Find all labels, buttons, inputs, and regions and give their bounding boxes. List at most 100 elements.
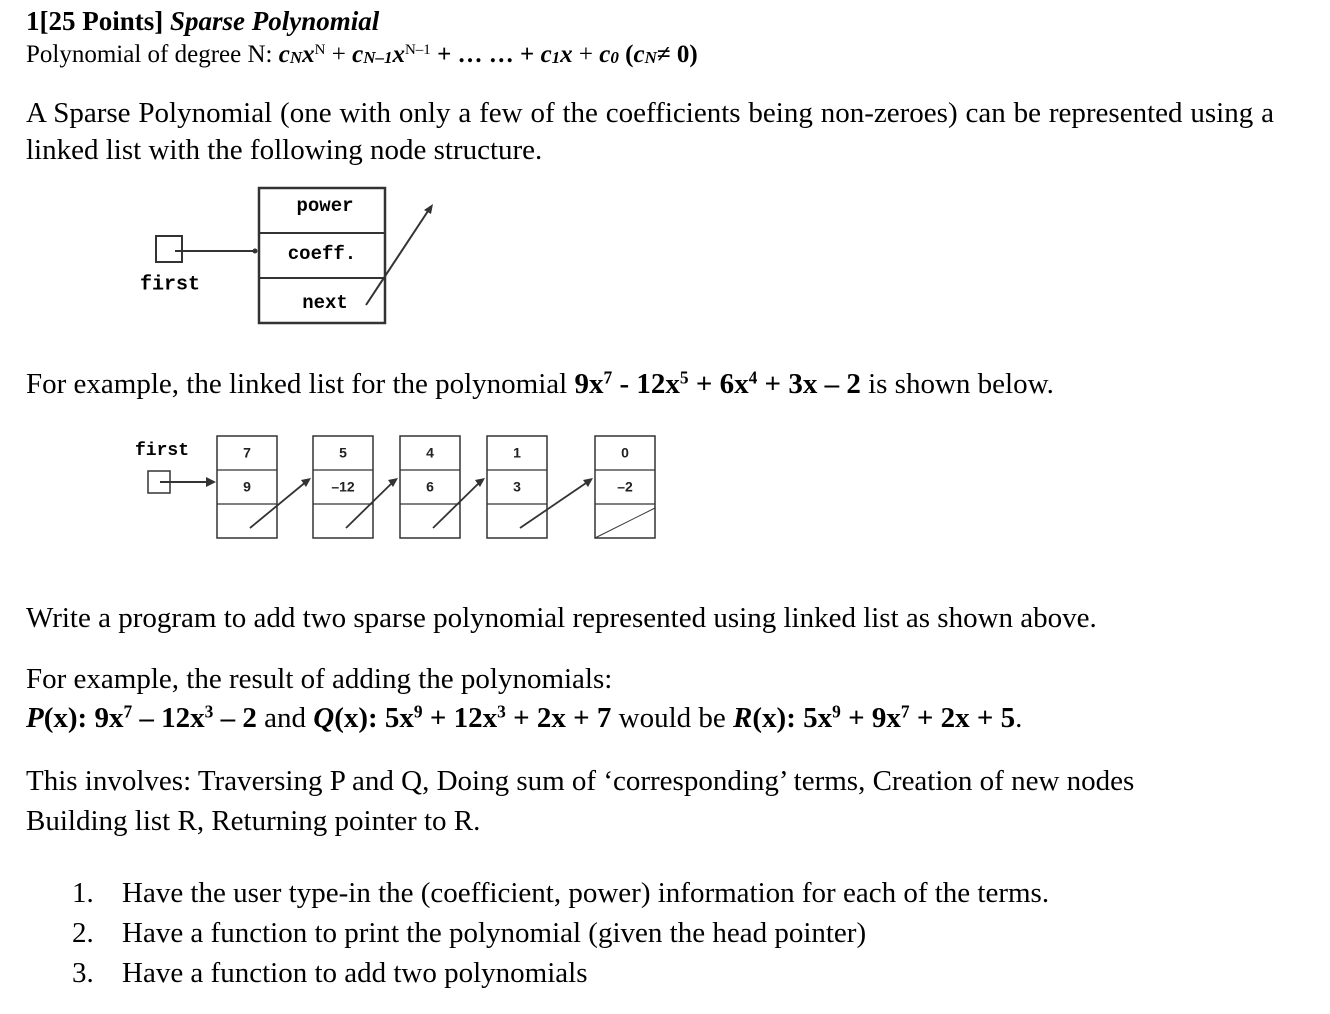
q-arg: (x): xyxy=(334,702,385,734)
term-exp: N–1 xyxy=(404,41,431,58)
q-exp: 3 xyxy=(497,701,506,722)
r-arg: (x): xyxy=(752,702,804,734)
r-term: 5x xyxy=(803,702,833,734)
polynomial-definition: Polynomial of degree N: cNxN + cN–1xN–1 … xyxy=(26,41,698,69)
q-term: + 2x + 7 xyxy=(505,702,612,734)
question-topic: Sparse Polynomial xyxy=(170,6,380,36)
example-term: 3x xyxy=(788,368,818,400)
p-exp: 7 xyxy=(123,701,133,722)
example-exp: 4 xyxy=(748,367,758,388)
term-sub: N–1 xyxy=(363,47,393,67)
requirement-item: 2. Have a function to print the polynomia… xyxy=(72,913,1049,953)
intro-paragraph: A Sparse Polynomial (one with only a few… xyxy=(26,97,1274,166)
condition-coef: c xyxy=(633,41,645,68)
term-var: x xyxy=(302,41,315,68)
list-node-power: 5 xyxy=(339,445,347,461)
list-node-power: 7 xyxy=(243,445,251,461)
term-sep: + … … + xyxy=(430,41,541,68)
example-after: is shown below. xyxy=(860,368,1054,400)
p-term: – 2 xyxy=(213,702,257,734)
list-node-coeff: 9 xyxy=(243,479,251,495)
p-term: – 12x xyxy=(132,702,205,734)
example-before: For example, the linked list for the pol… xyxy=(26,368,575,400)
term-coef: c xyxy=(540,41,552,68)
r-exp: 7 xyxy=(900,701,910,722)
term-sub: N xyxy=(289,47,303,67)
task-statement: Write a program to add two sparse polyno… xyxy=(26,602,1097,634)
requirement-item: 3. Have a function to add two polynomials xyxy=(72,953,1049,993)
term-coef: c xyxy=(352,41,364,68)
nodes-group: 7 9 5 –12 4 6 1 3 0 –2 xyxy=(216,435,656,539)
definition-prefix: Polynomial of degree N: xyxy=(26,41,279,68)
node-structure-diagram: first power coeff. next xyxy=(140,186,433,325)
list-node-coeff: –12 xyxy=(331,479,355,495)
and-text: and xyxy=(256,702,314,734)
r-term: + 9x xyxy=(840,702,901,734)
example-sentence: For example, the linked list for the pol… xyxy=(26,366,1054,403)
q-name: Q xyxy=(313,702,335,734)
requirement-text: Have a function to add two polynomials xyxy=(122,957,588,989)
term-var: x xyxy=(560,41,573,68)
list-node-coeff: 3 xyxy=(513,479,521,495)
p-arg: (x): xyxy=(43,702,95,734)
question-number: 1 xyxy=(26,6,40,36)
question-title: 1[25 Points] Sparse Polynomial xyxy=(26,6,379,37)
first-arrow-head xyxy=(206,477,216,487)
p-term: 9x xyxy=(94,702,124,734)
list-next-arrow-head xyxy=(583,478,593,487)
requirement-item: 1. Have the user type-in the (coefficient… xyxy=(72,873,1049,913)
list-node-power: 0 xyxy=(621,445,629,461)
example-exp: 7 xyxy=(603,367,613,388)
list-node-coeff: 6 xyxy=(426,479,434,495)
requirement-number: 1. xyxy=(72,877,94,909)
term-sub: 0 xyxy=(610,47,619,67)
requirement-number: 2. xyxy=(72,917,94,949)
example-term: 6x xyxy=(719,368,749,400)
p-name: P xyxy=(26,702,44,734)
first-arrow-head xyxy=(252,248,258,254)
first-label: first xyxy=(135,441,189,461)
list-node-power: 1 xyxy=(513,445,521,461)
field-power: power xyxy=(296,195,353,217)
example-linked-list-diagram: first 7 9 5 –12 4 6 1 3 0 –2 xyxy=(135,435,656,539)
example-sep: + xyxy=(688,368,720,400)
list-node-coeff: –2 xyxy=(617,479,633,495)
example-sep: + xyxy=(757,368,789,400)
first-pointer-box xyxy=(155,235,183,263)
condition-sub: N xyxy=(644,47,657,67)
involves-line-2: Building list R, Returning pointer to R. xyxy=(26,805,481,837)
example-sep: – xyxy=(817,368,847,400)
term-exp: N xyxy=(314,41,326,58)
requirement-number: 3. xyxy=(72,957,94,989)
first-label: first xyxy=(140,273,200,296)
r-name: R xyxy=(733,702,753,734)
end-period: . xyxy=(1015,702,1023,734)
term-sep: + xyxy=(572,41,600,68)
term-coef: c xyxy=(278,41,290,68)
term-sep: + xyxy=(325,41,353,68)
term-var: x xyxy=(392,41,405,68)
requirement-text: Have the user type-in the (coefficient, … xyxy=(122,877,1050,909)
example-term: 12x xyxy=(636,368,680,400)
q-term: + 12x xyxy=(422,702,498,734)
q-term: 5x xyxy=(384,702,414,734)
example-exp: 5 xyxy=(679,367,689,388)
requirement-text: Have a function to print the polynomial … xyxy=(122,917,867,949)
next-arrow-head xyxy=(424,204,433,214)
example-term: 2 xyxy=(846,368,861,400)
term-coef: c xyxy=(599,41,611,68)
field-next: next xyxy=(302,292,348,314)
would-be-text: would be xyxy=(611,702,734,734)
example-term: 9x xyxy=(574,368,604,400)
requirements-list: 1. Have the user type-in the (coefficient… xyxy=(72,873,1049,993)
sum-example-expression: P(x): 9x7 – 12x3 – 2 and Q(x): 5x9 + 12x… xyxy=(26,700,1022,737)
q-exp: 9 xyxy=(413,701,423,722)
sum-example-intro: For example, the result of adding the po… xyxy=(26,663,613,695)
condition-rest: ≠ 0) xyxy=(656,41,698,68)
term-sub: 1 xyxy=(551,47,561,67)
example-sep: - xyxy=(612,368,637,400)
question-points: [25 Points] xyxy=(39,6,164,36)
r-term: + 2x + 5 xyxy=(909,702,1016,734)
list-node-power: 4 xyxy=(426,445,434,461)
r-exp: 9 xyxy=(832,701,841,722)
